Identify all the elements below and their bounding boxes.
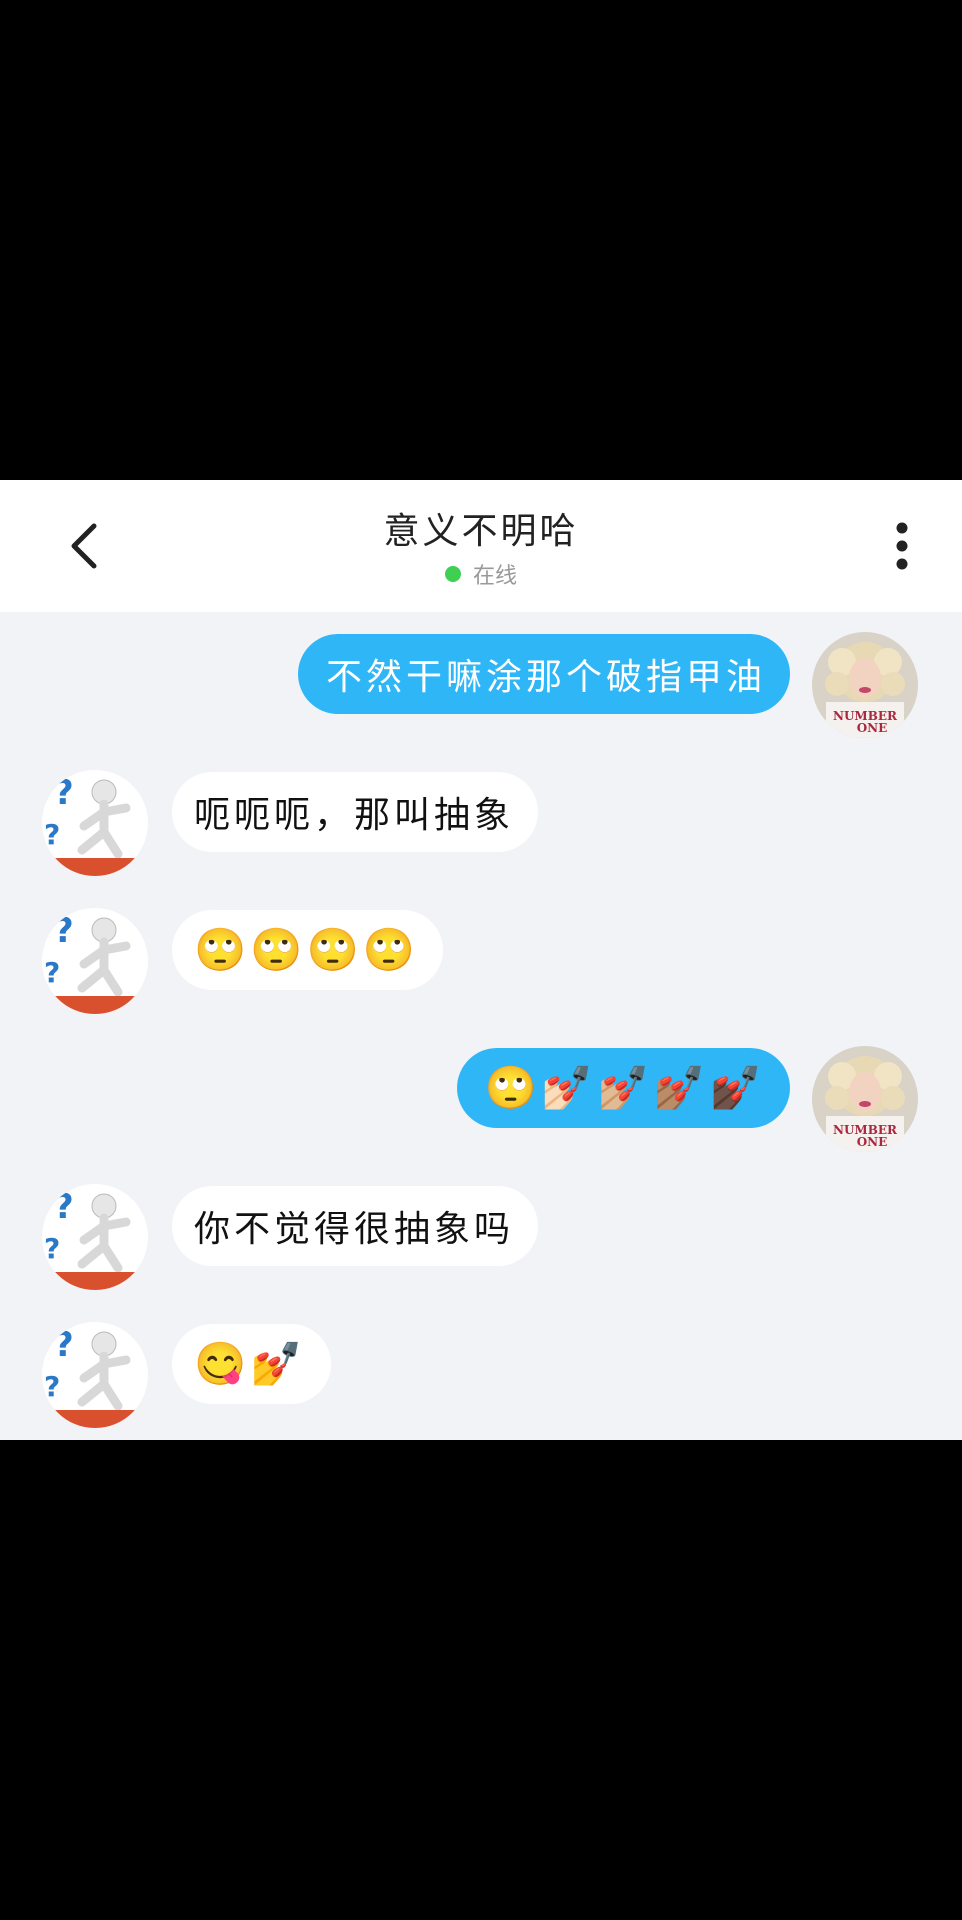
chat-title[interactable]: 意义不明哈 — [0, 510, 962, 554]
message-row: 🙄💅🏻💅🏼💅🏽💅🏿 NUMBER ONE — [0, 1046, 962, 1156]
message-row: ? ? 呃呃呃，那叫抽象 — [0, 770, 962, 880]
outgoing-bubble[interactable]: 不然干嘛涂那个破指甲油 — [297, 634, 790, 714]
message-text: 你不觉得很抽象吗 — [194, 1209, 515, 1250]
more-options-button[interactable] — [878, 514, 926, 578]
svg-text:?: ? — [54, 773, 74, 813]
message-row: ? ? 你不觉得很抽象吗 — [0, 1184, 962, 1294]
yum-nail-emoji-group: 😋💅 — [194, 1339, 307, 1388]
chat-title-block: 意义不明哈 在线 — [0, 510, 962, 590]
online-dot-icon — [444, 566, 461, 582]
svg-text:?: ? — [44, 956, 60, 989]
self-avatar[interactable]: NUMBER ONE — [812, 632, 918, 738]
message-row: ? ? 🙄🙄🙄🙄 — [0, 908, 962, 1018]
more-vertical-icon — [896, 522, 908, 570]
message-row: 不然干嘛涂那个破指甲油 NUMBER ONE — [0, 632, 962, 742]
eye-roll-emoji-group: 🙄🙄🙄🙄 — [194, 925, 420, 974]
phone-screen: 意义不明哈 在线 不然干嘛涂那个破指甲油 NUMBER ONE ? ? 呃呃呃，… — [0, 0, 962, 1920]
friend-avatar[interactable]: ? ? — [42, 1184, 148, 1290]
incoming-bubble[interactable]: 😋💅 — [172, 1324, 331, 1404]
friend-avatar[interactable]: ? ? — [42, 770, 148, 876]
message-row: ? ? 😋💅 — [0, 1322, 962, 1432]
svg-text:?: ? — [54, 1187, 74, 1227]
message-text: 呃呃呃，那叫抽象 — [194, 795, 515, 836]
svg-text:?: ? — [44, 818, 60, 851]
chat-window: 意义不明哈 在线 不然干嘛涂那个破指甲油 NUMBER ONE ? ? 呃呃呃，… — [0, 480, 962, 1440]
svg-text:?: ? — [54, 911, 74, 951]
incoming-bubble[interactable]: 你不觉得很抽象吗 — [172, 1186, 539, 1266]
online-status: 在线 — [444, 558, 517, 590]
incoming-bubble[interactable]: 🙄🙄🙄🙄 — [172, 910, 444, 990]
friend-avatar[interactable]: ? ? — [42, 908, 148, 1014]
self-avatar[interactable]: NUMBER ONE — [812, 1046, 918, 1152]
svg-text:?: ? — [44, 1370, 60, 1403]
outgoing-bubble[interactable]: 🙄💅🏻💅🏼💅🏽💅🏿 — [456, 1048, 790, 1128]
chat-header: 意义不明哈 在线 — [0, 480, 962, 612]
svg-text:?: ? — [54, 1325, 74, 1365]
nail-polish-emoji-group: 🙄💅🏻💅🏼💅🏽💅🏿 — [484, 1063, 766, 1112]
message-text: 不然干嘛涂那个破指甲油 — [325, 657, 766, 698]
svg-text:ONE: ONE — [857, 1135, 888, 1149]
friend-avatar[interactable]: ? ? — [42, 1322, 148, 1428]
svg-text:?: ? — [44, 1232, 60, 1265]
svg-text:ONE: ONE — [857, 721, 888, 735]
incoming-bubble[interactable]: 呃呃呃，那叫抽象 — [172, 772, 539, 852]
online-status-label: 在线 — [472, 564, 517, 589]
